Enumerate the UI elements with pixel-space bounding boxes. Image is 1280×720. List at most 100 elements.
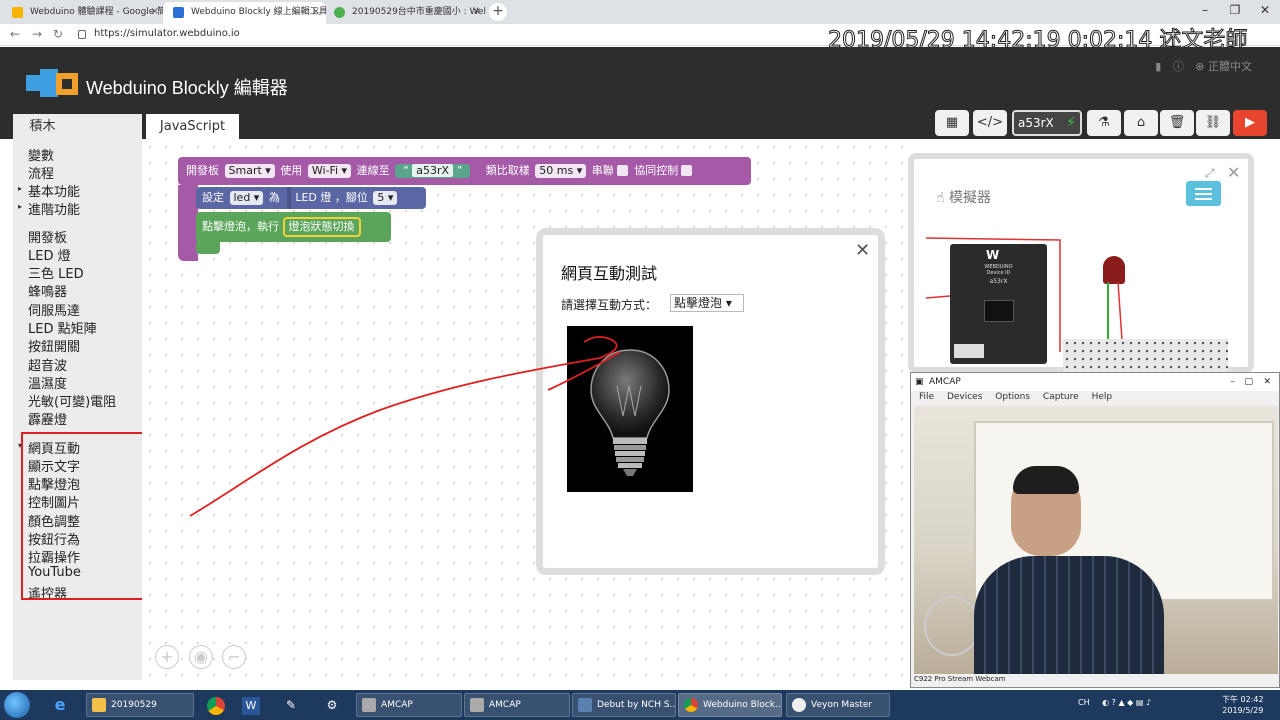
back-icon[interactable]: ← <box>10 27 20 41</box>
trash-button[interactable]: 🗑 <box>1160 110 1194 136</box>
maximize-button[interactable]: ▢ <box>1244 373 1253 391</box>
folder-icon <box>92 698 106 712</box>
board-block-body <box>178 185 198 261</box>
close-icon[interactable]: × <box>473 2 481 22</box>
window-close-button[interactable]: ✕ <box>1250 0 1280 22</box>
toolbox-item-ultrasonic[interactable]: 超音波 <box>28 355 67 374</box>
toolbox-item-photocell[interactable]: 光敏(可變)電阻 <box>28 391 116 410</box>
tool-icon[interactable]: ⚙ <box>312 693 352 717</box>
taskbar-app-veyon[interactable]: Veyon Master <box>786 693 890 717</box>
toolbox-item-rgb-led[interactable]: 三色 LED <box>28 263 84 282</box>
hamburger-icon <box>1195 188 1212 190</box>
word-icon[interactable]: W <box>231 693 271 717</box>
language-label[interactable]: 正體中文 <box>1208 60 1252 73</box>
led-set-block[interactable]: 設定 led ▾ 為 LED 燈 ，腳位 5 ▾ <box>196 187 426 209</box>
toolbox-item-matrix[interactable]: LED 點矩陣 <box>28 318 97 337</box>
qr-code-button[interactable]: ▦ <box>935 110 969 136</box>
menu-options[interactable]: Options <box>995 392 1030 402</box>
toolbox-item-variables[interactable]: 變數 <box>28 145 54 164</box>
forward-icon[interactable]: → <box>32 27 42 41</box>
document-icon[interactable]: ▮ <box>1155 60 1161 73</box>
chrome-icon[interactable] <box>196 693 236 717</box>
lab-button[interactable]: ⚗ <box>1087 110 1121 136</box>
browser-tab-1[interactable]: Webduino 體驗課程 - Google 簡 × <box>2 2 165 24</box>
menu-help[interactable]: Help <box>1092 392 1113 402</box>
simulator-led[interactable] <box>1103 256 1125 284</box>
simulator-menu-button[interactable] <box>1186 181 1221 206</box>
taskbar-clock[interactable]: 下午 02:42 2019/5/29 <box>1222 694 1264 716</box>
info-icon[interactable]: ⓘ <box>1173 60 1184 73</box>
toolbox-item-basic[interactable]: 基本功能 <box>28 181 80 200</box>
code-button[interactable]: </> <box>973 110 1007 136</box>
usb-port <box>954 344 984 358</box>
menu-file[interactable]: File <box>919 392 934 402</box>
webcam-feed <box>914 406 1278 674</box>
sample-dropdown[interactable]: 50 ms ▾ <box>535 164 587 178</box>
browser-tab-3[interactable]: 20190529台中市重慶國小 : Wel × <box>324 2 487 24</box>
simulator-close-icon[interactable]: ✕ <box>1227 163 1240 182</box>
close-icon[interactable]: × <box>312 2 320 22</box>
webduino-board[interactable]: W WEBDUINO Device ID a53rX <box>950 244 1047 364</box>
taskbar-app-amcap-1[interactable]: AMCAP <box>356 693 462 717</box>
minimize-button[interactable]: – <box>1190 0 1220 22</box>
bulb-image[interactable] <box>567 326 693 492</box>
maximize-button[interactable]: ❐ <box>1220 0 1250 22</box>
menu-devices[interactable]: Devices <box>947 392 982 402</box>
device-id-input[interactable]: a53rX ⚡ <box>1012 110 1082 136</box>
pin-dropdown[interactable]: 5 ▾ <box>373 191 398 205</box>
run-button[interactable]: ▶ <box>1233 110 1267 136</box>
tab-javascript[interactable]: JavaScript <box>146 114 239 139</box>
interaction-select[interactable]: 點擊燈泡 ▾ <box>670 294 744 312</box>
serial-checkbox[interactable] <box>616 165 628 176</box>
coop-checkbox[interactable] <box>681 165 693 176</box>
toolbox-item-dht[interactable]: 溫濕度 <box>28 373 67 392</box>
expand-arrow-icon[interactable]: ▸ <box>18 202 22 211</box>
toolbox-item-led[interactable]: LED 燈 <box>28 245 71 264</box>
globe-icon[interactable]: ⊕ <box>1195 60 1204 73</box>
var-dropdown[interactable]: led ▾ <box>229 191 264 205</box>
toolbox-item-board[interactable]: 開發板 <box>28 227 67 246</box>
tab-blocks[interactable]: 積木 <box>13 114 142 139</box>
new-tab-button[interactable]: + <box>489 3 507 21</box>
toolbox-item-flow[interactable]: 流程 <box>28 163 54 182</box>
zoom-out-button[interactable]: − <box>222 645 246 669</box>
reload-icon[interactable]: ↻ <box>53 27 63 41</box>
toolbox-item-button[interactable]: 按鈕開關 <box>28 336 80 355</box>
drive-icon <box>334 7 345 18</box>
toolbox-item-buzzer[interactable]: 蜂鳴器 <box>28 281 67 300</box>
browser-tab-2[interactable]: Webduino Blockly 線上編輯工具 × <box>163 2 326 24</box>
annotation-box <box>21 432 147 600</box>
device-text-block[interactable]: “ a53rX ” <box>395 164 471 178</box>
minimize-button[interactable]: – <box>1231 373 1236 391</box>
amcap-status-bar: C922 Pro Stream Webcam <box>914 675 1006 683</box>
toolbox-item-servo[interactable]: 伺服馬達 <box>28 300 80 319</box>
tray-icons[interactable]: ◐ ? ▲ ◆ ▤ ♪ <box>1102 698 1151 707</box>
library-button[interactable]: ⌂ <box>1124 110 1158 136</box>
url-field[interactable]: https://simulator.webduino.io <box>94 28 240 39</box>
window-close-button[interactable]: ✕ <box>1263 373 1271 391</box>
dialog-close-icon[interactable]: ✕ <box>855 240 870 261</box>
start-button[interactable] <box>4 692 30 718</box>
zoom-in-button[interactable]: + <box>155 645 179 669</box>
close-icon[interactable]: × <box>151 2 159 22</box>
fullscreen-icon[interactable]: ⤢ <box>1205 166 1215 181</box>
ie-icon[interactable]: e <box>40 693 80 717</box>
taskbar-app-debut[interactable]: Debut by NCH S... <box>572 693 676 717</box>
link-button[interactable]: ⛓ <box>1196 110 1230 136</box>
toolbox-item-advanced[interactable]: 進階功能 <box>28 199 80 218</box>
expand-arrow-icon[interactable]: ▸ <box>18 184 22 193</box>
menu-capture[interactable]: Capture <box>1043 392 1079 402</box>
paint-icon[interactable]: ✎ <box>271 693 311 717</box>
toolbox-item-knight-rider[interactable]: 霹靂燈 <box>28 409 67 428</box>
bulb-click-event-block[interactable]: 點擊燈泡，執行 燈泡狀態切換 <box>196 212 391 242</box>
connection-dropdown[interactable]: Wi-Fi ▾ <box>307 164 352 178</box>
taskbar-app-chrome[interactable]: Webduino Block... <box>678 693 782 717</box>
zoom-reset-button[interactable]: ◉ <box>189 645 213 669</box>
toggle-bulb-block[interactable]: 燈泡狀態切換 <box>282 217 361 237</box>
taskbar-app-amcap-2[interactable]: AMCAP <box>464 693 570 717</box>
app-title: Webduino Blockly 編輯器 <box>86 78 288 98</box>
board-dropdown[interactable]: Smart ▾ <box>224 164 275 178</box>
board-block[interactable]: 開發板 Smart ▾ 使用 Wi-Fi ▾ 連線至 “ a53rX ” 類比取… <box>178 157 751 185</box>
taskbar-app-folder[interactable]: 20190529 <box>86 693 194 717</box>
wifi-module <box>984 300 1014 322</box>
